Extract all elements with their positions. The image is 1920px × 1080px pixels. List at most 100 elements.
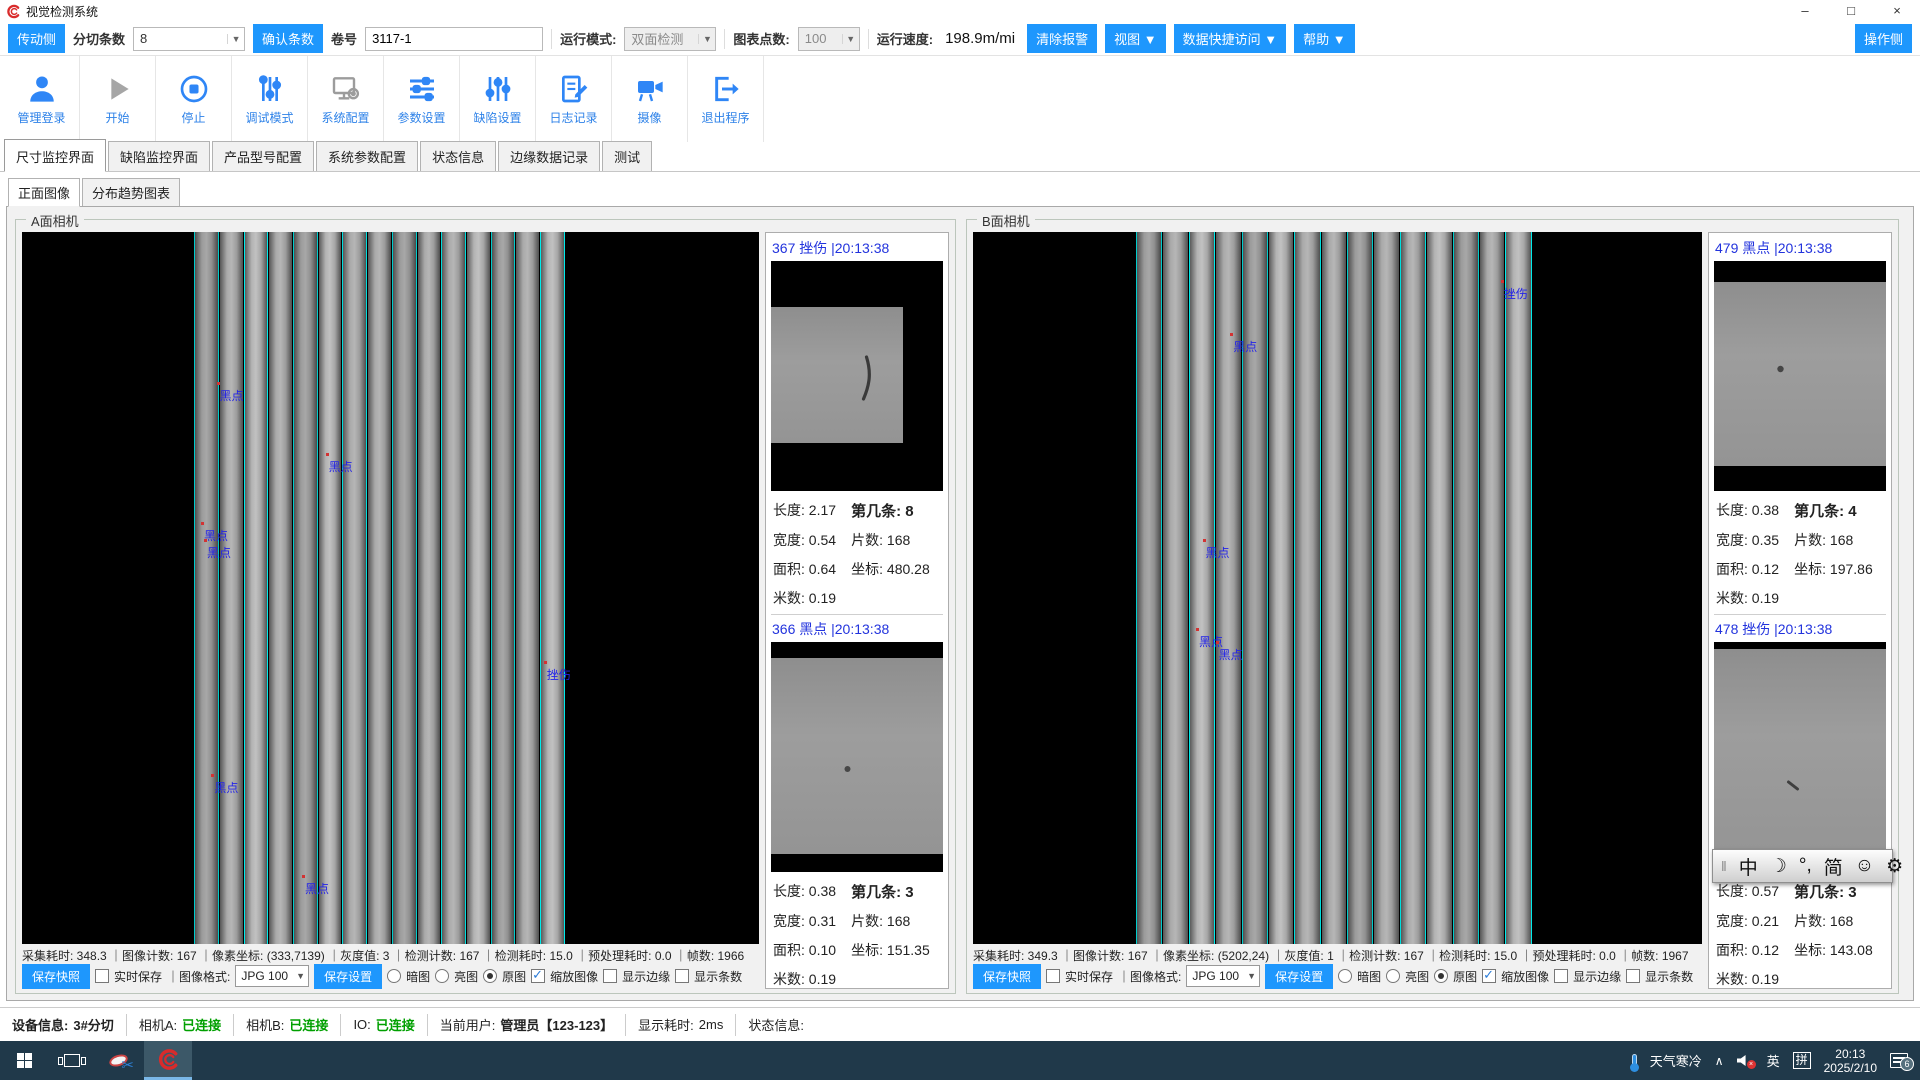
tab-size-monitor[interactable]: 尺寸监控界面 (4, 139, 106, 172)
show-edge-checkbox[interactable] (1554, 969, 1568, 983)
defect-thumbnail[interactable] (771, 642, 943, 872)
bright-image-radio[interactable] (435, 969, 449, 983)
exit-program-button[interactable]: 退出程序 (688, 56, 764, 142)
defect-thumbnail[interactable] (771, 261, 943, 491)
vision-app-taskbar-button[interactable] (144, 1041, 192, 1080)
dot-mark (771, 642, 943, 872)
task-view-button[interactable] (48, 1041, 96, 1080)
strip-region-outlined (1506, 232, 1530, 944)
system-config-button[interactable]: 系统配置 (308, 56, 384, 142)
roll-number-input[interactable] (365, 27, 543, 51)
tab-test[interactable]: 测试 (602, 141, 652, 171)
ime-chinese-toggle[interactable]: 中 (1739, 853, 1758, 880)
start-button[interactable] (0, 1041, 48, 1080)
language-indicator[interactable]: 英 (1767, 1051, 1780, 1070)
dark-image-radio[interactable] (1338, 969, 1352, 983)
ime-drag-handle[interactable]: ‖ (1721, 858, 1727, 874)
bright-image-radio[interactable] (1386, 969, 1400, 983)
show-edge-checkbox[interactable] (603, 969, 617, 983)
tab-edge-data[interactable]: 边缘数据记录 (498, 141, 600, 171)
original-image-radio[interactable] (483, 969, 497, 983)
save-snapshot-button[interactable]: 保存快照 (22, 964, 90, 989)
ime-settings-gear-icon[interactable]: ⚙ (1886, 855, 1903, 878)
original-image-radio[interactable] (1434, 969, 1448, 983)
clear-alarm-button[interactable]: 清除报警 (1027, 24, 1097, 53)
data-quick-access-button[interactable]: 数据快捷访问 ▼ (1174, 24, 1286, 53)
save-snapshot-button[interactable]: 保存快照 (973, 964, 1041, 989)
log-icon (558, 73, 590, 105)
drive-side-button[interactable]: 传动侧 (8, 24, 65, 53)
help-menu-button[interactable]: 帮助 ▼ (1294, 24, 1354, 53)
user-icon (26, 73, 58, 105)
camera-b-image[interactable]: 挫伤黑点黑点黑点黑点 (973, 232, 1702, 944)
strip-region-outlined (1295, 232, 1319, 944)
tray-expand-icon[interactable]: ∧ (1715, 1054, 1724, 1068)
scratch-mark (1714, 642, 1886, 872)
operator-side-button[interactable]: 操作侧 (1855, 24, 1912, 53)
strip-region (1480, 232, 1504, 944)
close-button[interactable]: × (1874, 0, 1920, 22)
clock[interactable]: 20:13 2025/2/10 (1824, 1047, 1877, 1075)
system-tray: 天气寒冷 ∧ × 英 拼 20:13 2025/2/10 6 (1632, 1041, 1920, 1080)
log-record-button[interactable]: 日志记录 (536, 56, 612, 142)
defect-settings-button[interactable]: 缺陷设置 (460, 56, 536, 142)
system-config-icon (330, 73, 362, 105)
save-settings-button[interactable]: 保存设置 (314, 964, 382, 989)
dark-image-radio[interactable] (387, 969, 401, 983)
strip-region (368, 232, 391, 944)
strip-region-outlined (1401, 232, 1425, 944)
app-logo-icon (157, 1048, 180, 1071)
zoom-image-checkbox[interactable] (531, 969, 545, 983)
run-mode-select[interactable]: 双面检测 ▼ (624, 27, 716, 51)
confirm-count-button[interactable]: 确认条数 (253, 24, 323, 53)
weather-text[interactable]: 天气寒冷 (1650, 1051, 1702, 1070)
realtime-save-label: 实时保存 (1065, 968, 1113, 985)
minimize-button[interactable]: – (1782, 0, 1828, 22)
tab-product-config[interactable]: 产品型号配置 (212, 141, 314, 171)
admin-login-button[interactable]: 管理登录 (4, 56, 80, 142)
status-message-label: 状态信息: (748, 1015, 804, 1034)
camera-a-image[interactable]: 黑点黑点黑点黑点挫伤黑点黑点 (22, 232, 759, 944)
strip-region-outlined (294, 232, 317, 944)
tab-defect-monitor[interactable]: 缺陷监控界面 (108, 141, 210, 171)
defect-thumbnail[interactable] (1714, 261, 1886, 491)
stop-button[interactable]: 停止 (156, 56, 232, 142)
maximize-button[interactable]: □ (1828, 0, 1874, 22)
show-count-checkbox[interactable] (675, 969, 689, 983)
camera-a-defect-list: 367 挫伤 |20:13:38 长度: 2.17 第几条: 8 宽度: 0.5… (765, 232, 949, 989)
view-menu-button[interactable]: 视图 ▼ (1105, 24, 1165, 53)
slit-count-select[interactable]: 8 ▼ (133, 27, 245, 51)
main-tab-bar: 尺寸监控界面 缺陷监控界面 产品型号配置 系统参数配置 状态信息 边缘数据记录 … (0, 142, 1920, 172)
tab-front-image[interactable]: 正面图像 (8, 178, 80, 207)
clock-date: 2025/2/10 (1824, 1061, 1877, 1075)
debug-mode-button[interactable]: 调试模式 (232, 56, 308, 142)
image-format-select[interactable]: JPG 100 ▼ (235, 965, 309, 987)
camera-panels-container: A面相机 黑点黑点黑点黑点挫伤黑点黑点 采集耗时: 348.3 ｜图像计数: 1… (6, 206, 1914, 1001)
tab-system-params[interactable]: 系统参数配置 (316, 141, 418, 171)
ime-simplified-toggle[interactable]: 简 (1824, 853, 1843, 880)
defect-info: 长度: 0.57 第几条: 3 宽度: 0.21 片数: 168 面积: 0.1… (1714, 872, 1886, 995)
image-format-select[interactable]: JPG 100 ▼ (1186, 965, 1260, 987)
notification-center-icon[interactable]: 6 (1890, 1053, 1908, 1068)
snipping-tool-button[interactable]: ✂ (96, 1041, 144, 1080)
tab-status-info[interactable]: 状态信息 (420, 141, 496, 171)
chevron-down-icon: ▼ (293, 971, 308, 981)
ime-punctuation-toggle[interactable]: °, (1799, 855, 1812, 877)
realtime-save-checkbox[interactable] (95, 969, 109, 983)
save-settings-button[interactable]: 保存设置 (1265, 964, 1333, 989)
param-settings-button[interactable]: 参数设置 (384, 56, 460, 142)
realtime-save-checkbox[interactable] (1046, 969, 1060, 983)
tab-distribution-chart[interactable]: 分布趋势图表 (82, 178, 180, 206)
ime-fullwidth-moon-icon[interactable]: ☽ (1770, 855, 1787, 878)
show-count-checkbox[interactable] (1626, 969, 1640, 983)
start-button[interactable]: 开始 (80, 56, 156, 142)
camera-capture-button[interactable]: 摄像 (612, 56, 688, 142)
volume-muted-icon[interactable]: × (1737, 1054, 1754, 1067)
zoom-image-checkbox[interactable] (1482, 969, 1496, 983)
video-camera-icon (634, 73, 666, 105)
chart-points-select[interactable]: 100 ▼ (798, 27, 860, 51)
ime-indicator[interactable]: 拼 (1793, 1052, 1811, 1069)
defect-thumbnail[interactable] (1714, 642, 1886, 872)
thermometer-icon[interactable] (1632, 1054, 1637, 1068)
ime-emoji-button[interactable]: ☺ (1855, 855, 1874, 877)
